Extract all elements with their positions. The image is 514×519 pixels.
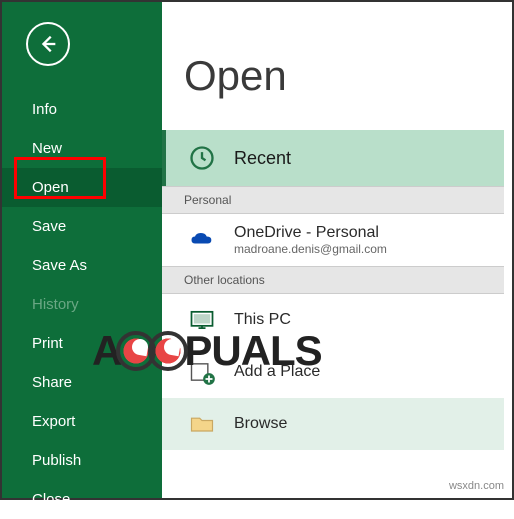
location-browse[interactable]: Browse bbox=[162, 398, 504, 450]
sidebar-item-export[interactable]: Export bbox=[2, 402, 162, 441]
location-thispc[interactable]: This PC bbox=[162, 294, 504, 346]
sidebar-item-info[interactable]: Info bbox=[2, 90, 162, 129]
location-onedrive[interactable]: OneDrive - Personal madroane.denis@gmail… bbox=[162, 214, 504, 266]
sidebar-item-open[interactable]: Open bbox=[2, 168, 162, 207]
browse-label: Browse bbox=[234, 415, 287, 433]
watermark-domain: wsxdn.com bbox=[449, 480, 504, 492]
section-header-other: Other locations bbox=[162, 266, 504, 294]
thispc-label: This PC bbox=[234, 311, 291, 329]
locations-list: Recent Personal OneDrive - Personal madr… bbox=[162, 130, 512, 450]
recent-label: Recent bbox=[234, 148, 291, 169]
sidebar-item-share[interactable]: Share bbox=[2, 363, 162, 402]
onedrive-label: OneDrive - Personal bbox=[234, 224, 387, 242]
arrow-left-icon bbox=[37, 33, 59, 55]
monitor-icon bbox=[184, 302, 220, 338]
sidebar-item-publish[interactable]: Publish bbox=[2, 441, 162, 480]
folder-icon bbox=[184, 406, 220, 442]
location-recent[interactable]: Recent bbox=[162, 130, 504, 186]
sidebar-item-new[interactable]: New bbox=[2, 129, 162, 168]
onedrive-email: madroane.denis@gmail.com bbox=[234, 242, 387, 256]
onedrive-icon bbox=[184, 222, 220, 258]
add-place-icon bbox=[184, 354, 220, 390]
location-addplace[interactable]: Add a Place bbox=[162, 346, 504, 398]
main-panel: Open Recent Personal OneDrive - Personal… bbox=[162, 2, 512, 498]
sidebar-item-saveas[interactable]: Save As bbox=[2, 246, 162, 285]
clock-icon bbox=[184, 140, 220, 176]
sidebar-item-save[interactable]: Save bbox=[2, 207, 162, 246]
section-header-personal: Personal bbox=[162, 186, 504, 214]
sidebar-item-history: History bbox=[2, 285, 162, 324]
page-title: Open bbox=[162, 2, 512, 130]
sidebar: Info New Open Save Save As History Print… bbox=[2, 2, 162, 498]
addplace-label: Add a Place bbox=[234, 363, 320, 381]
back-button[interactable] bbox=[26, 22, 70, 66]
sidebar-item-print[interactable]: Print bbox=[2, 324, 162, 363]
